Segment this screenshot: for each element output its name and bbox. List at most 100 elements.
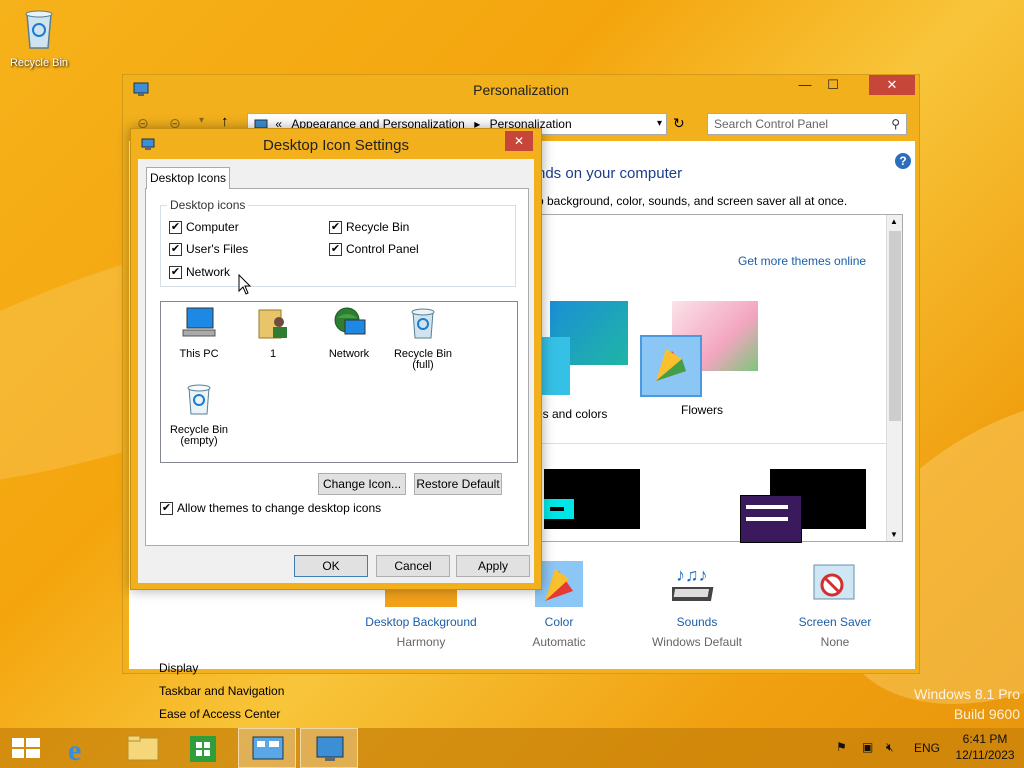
themes-scrollbar[interactable]: ▲ ▼ [886, 215, 902, 541]
watermark-line2: Build 9600 [953, 706, 1020, 722]
taskbar-store[interactable] [174, 728, 232, 768]
checkbox-box[interactable]: ✔ [329, 242, 342, 256]
windows-watermark: Windows 8.1 Pro Build 9600 [860, 686, 1020, 722]
language-indicator[interactable]: ENG [914, 741, 940, 755]
checkbox-box[interactable]: ✔ [169, 220, 182, 234]
desktop-background-label: Desktop Background [365, 615, 477, 629]
checkbox-recycle-bin[interactable]: ✔ Recycle Bin [329, 220, 409, 234]
taskbar: e ⚑ ▣ 🔇︎ ENG 6:41 PM 12/11/2023 [0, 728, 1024, 768]
watermark-line1: Windows 8.1 Pro [914, 686, 1020, 702]
windows-logo-icon [12, 738, 40, 758]
sounds-sub: Windows Default [651, 635, 743, 649]
flag-icon[interactable]: ⚑ [836, 740, 847, 754]
desktop-recycle-bin[interactable]: Recycle Bin [6, 6, 72, 69]
scroll-up-icon[interactable]: ▲ [890, 217, 898, 226]
dialog-close-button[interactable]: ✕ [505, 131, 533, 151]
tab-desktop-icons[interactable]: Desktop Icons [146, 167, 230, 189]
screen-saver-icon [813, 564, 855, 600]
checkbox-box[interactable]: ✔ [169, 265, 182, 279]
user-folder-icon [258, 309, 287, 339]
page-heading: nds on your computer [537, 165, 683, 182]
get-more-themes-link[interactable]: Get more themes online [738, 254, 866, 268]
icon-network[interactable]: Network [311, 306, 387, 360]
recycle-bin-full-icon [411, 308, 435, 339]
checkbox-allow-themes[interactable]: ✔ Allow themes to change desktop icons [160, 501, 381, 515]
scroll-thumb[interactable] [889, 231, 901, 421]
flowers-color-swatch [640, 335, 702, 397]
personalization-titlebar[interactable]: Personalization — ☐ ✕ [123, 75, 919, 105]
start-button[interactable] [0, 728, 58, 768]
ok-button[interactable]: OK [294, 555, 368, 577]
clock[interactable]: 6:41 PM 12/11/2023 [950, 732, 1020, 762]
color-fan-icon [535, 561, 583, 607]
recent-pages-chevron-icon[interactable]: ▾ [199, 115, 204, 126]
tab-panel: Desktop icons ✔ Computer ✔ Recycle Bin ✔ Us… [145, 188, 529, 546]
color-fan-icon [656, 349, 686, 381]
checkbox-network[interactable]: ✔ Network [169, 265, 230, 279]
themes-panel: Get more themes online es and colors Flo… [533, 214, 903, 543]
clock-date: 12/11/2023 [955, 748, 1015, 762]
folder-icon [127, 735, 159, 761]
checkbox-box[interactable]: ✔ [160, 501, 173, 515]
sounds-label: Sounds [676, 615, 718, 629]
sounds-item[interactable]: ♪♫♪ Sounds Windows Default [637, 561, 757, 649]
personalization-taskbar-icon [316, 736, 344, 761]
icon-this-pc[interactable]: This PC [161, 306, 237, 360]
address-dropdown-icon[interactable]: ▾ [657, 114, 662, 134]
side-link-ease-of-access[interactable]: Ease of Access Center [159, 707, 280, 721]
clock-time: 6:41 PM [962, 732, 1008, 746]
mouse-cursor-icon [238, 274, 252, 295]
icon-user-files[interactable]: 1 [235, 306, 311, 360]
svg-text:♪♫♪: ♪♫♪ [676, 565, 708, 585]
color-sub: Automatic [532, 635, 586, 649]
group-label: Desktop icons [167, 198, 249, 212]
refresh-icon[interactable]: ↻ [673, 115, 685, 132]
desktop-icons-group: Desktop icons ✔ Computer ✔ Recycle Bin ✔ Us… [160, 198, 516, 287]
checkbox-computer[interactable]: ✔ Computer [169, 220, 239, 234]
icon-recycle-bin-full[interactable]: Recycle Bin (full) [385, 306, 461, 371]
desktop-recycle-bin-label: Recycle Bin [9, 57, 69, 69]
dialog-body: Desktop Icons Desktop icons ✔ Computer ✔ R… [138, 159, 534, 583]
icon-list: This PC 1 Network Recycle Bin (full) Rec… [160, 301, 518, 463]
svg-text:e: e [68, 734, 81, 767]
close-button[interactable]: ✕ [869, 75, 915, 95]
recycle-bin-icon [25, 10, 53, 49]
cancel-button[interactable]: Cancel [376, 555, 450, 577]
minimize-button[interactable]: — [791, 75, 819, 95]
search-input[interactable]: Search Control Panel ⚲ [707, 113, 907, 135]
apply-button[interactable]: Apply [456, 555, 530, 577]
restore-default-button[interactable]: Restore Default [414, 473, 502, 495]
side-link-display[interactable]: Display [159, 661, 198, 675]
sounds-icon: ♪♫♪ [672, 565, 714, 601]
page-subheading: o background, color, sounds, and screen … [537, 194, 848, 208]
theme-flowers[interactable]: Flowers [640, 301, 764, 417]
checkbox-control-panel[interactable]: ✔ Control Panel [329, 242, 419, 256]
theme-lines-and-colors[interactable]: es and colors [536, 301, 628, 421]
taskbar-control-panel[interactable] [238, 728, 296, 768]
volume-muted-icon[interactable]: 🔇︎ [886, 740, 894, 755]
screen-saver-item[interactable]: Screen Saver None [775, 561, 895, 649]
checkbox-box[interactable]: ✔ [329, 220, 342, 234]
theme-high-contrast-2[interactable] [740, 469, 866, 543]
screen-saver-label: Screen Saver [798, 615, 872, 629]
dialog-titlebar[interactable]: Desktop Icon Settings ✕ [131, 129, 541, 159]
store-icon [190, 736, 216, 762]
control-panel-taskbar-icon [252, 736, 284, 760]
network-tray-icon[interactable]: ▣ [862, 740, 873, 754]
checkbox-box[interactable]: ✔ [169, 242, 182, 256]
taskbar-file-explorer[interactable] [114, 728, 172, 768]
taskbar-personalization[interactable] [300, 728, 358, 768]
scroll-down-icon[interactable]: ▼ [890, 530, 898, 539]
help-icon[interactable]: ? [895, 153, 911, 169]
search-placeholder: Search Control Panel [714, 117, 829, 131]
theme-high-contrast-1[interactable] [544, 469, 640, 529]
screen-saver-sub: None [820, 635, 850, 649]
icon-recycle-bin-empty[interactable]: Recycle Bin (empty) [161, 382, 237, 447]
side-link-taskbar[interactable]: Taskbar and Navigation [159, 684, 284, 698]
search-icon[interactable]: ⚲ [891, 114, 900, 134]
maximize-button[interactable]: ☐ [819, 75, 847, 95]
checkbox-users-files[interactable]: ✔ User's Files [169, 242, 248, 256]
change-icon-button[interactable]: Change Icon... [318, 473, 406, 495]
network-icon [334, 307, 366, 335]
taskbar-internet-explorer[interactable]: e [54, 728, 112, 768]
